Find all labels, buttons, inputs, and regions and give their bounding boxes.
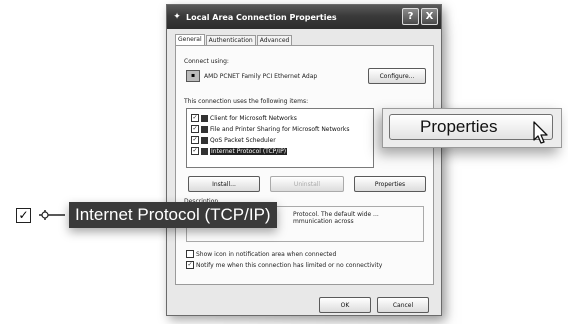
client-icon <box>201 114 208 122</box>
zoomed-item-row[interactable]: ✓ Internet Protocol (TCP/IP) <box>16 202 277 228</box>
notify-checkbox[interactable]: ✓ <box>186 261 194 269</box>
properties-dialog: ✦ Local Area Connection Properties ? X G… <box>166 4 442 316</box>
title-bar[interactable]: ✦ Local Area Connection Properties ? X <box>167 5 441 29</box>
connect-using-label: Connect using: <box>184 58 229 65</box>
close-button[interactable]: X <box>421 8 438 25</box>
ok-button[interactable]: OK <box>319 297 371 313</box>
scheduler-icon <box>201 136 208 144</box>
zoomed-item-label: Internet Protocol (TCP/IP) <box>69 202 277 228</box>
properties-button[interactable]: Properties <box>354 176 426 192</box>
item-checkbox[interactable]: ✓ <box>191 147 199 155</box>
dialog-title: Local Area Connection Properties <box>186 12 337 22</box>
network-protocol-icon <box>39 210 65 220</box>
service-icon <box>201 125 208 133</box>
network-adapter-icon: ▪ <box>186 70 200 82</box>
item-label: Internet Protocol (TCP/IP) <box>210 147 288 155</box>
network-connection-icon: ✦ <box>173 12 181 22</box>
tab-general[interactable]: General <box>175 34 205 45</box>
item-label: Client for Microsoft Networks <box>210 114 297 122</box>
help-icon: ? <box>407 11 414 22</box>
adapter-row: ▪ AMD PCNET Family PCI Ethernet Adap <box>186 70 317 82</box>
list-item[interactable]: ✓ QoS Packet Scheduler <box>191 136 276 144</box>
tab-advanced[interactable]: Advanced <box>256 35 293 45</box>
notify-option[interactable]: ✓ Notify me when this connection has lim… <box>186 261 382 269</box>
list-item-selected[interactable]: ✓ Internet Protocol (TCP/IP) <box>191 147 288 155</box>
show-icon-option[interactable]: Show icon in notification area when conn… <box>186 250 336 258</box>
list-item[interactable]: ✓ File and Printer Sharing for Microsoft… <box>191 125 350 133</box>
item-label: QoS Packet Scheduler <box>210 136 276 144</box>
properties-callout: Properties <box>382 108 562 148</box>
adapter-name: AMD PCNET Family PCI Ethernet Adap <box>204 72 318 80</box>
list-item[interactable]: ✓ Client for Microsoft Networks <box>191 114 297 122</box>
uninstall-button[interactable]: Uninstall <box>270 176 344 192</box>
properties-zoom-label: Properties <box>420 117 498 136</box>
install-button[interactable]: Install... <box>188 176 260 192</box>
items-label: This connection uses the following items… <box>184 98 309 105</box>
general-panel: Connect using: ▪ AMD PCNET Family PCI Et… <box>175 45 434 285</box>
show-icon-label: Show icon in notification area when conn… <box>196 250 337 258</box>
notify-label: Notify me when this connection has limit… <box>196 261 383 269</box>
cancel-button[interactable]: Cancel <box>377 297 429 313</box>
tab-authentication[interactable]: Authentication <box>205 35 256 45</box>
description-text: Protocol. The default wide ... mmunicati… <box>293 211 379 225</box>
mouse-pointer-icon <box>533 121 548 144</box>
item-checkbox[interactable]: ✓ <box>191 125 199 133</box>
components-list[interactable]: ✓ Client for Microsoft Networks ✓ File a… <box>186 108 374 168</box>
zoomed-item-checkbox[interactable]: ✓ <box>16 207 31 223</box>
item-checkbox[interactable]: ✓ <box>191 136 199 144</box>
item-checkbox[interactable]: ✓ <box>191 114 199 122</box>
configure-button[interactable]: Configure... <box>368 68 426 84</box>
protocol-icon <box>201 147 208 155</box>
properties-button-zoomed[interactable]: Properties <box>389 114 553 140</box>
close-icon: X <box>425 11 434 22</box>
show-icon-checkbox[interactable] <box>186 250 194 258</box>
tab-strip: General Authentication Advanced <box>175 34 293 45</box>
help-button[interactable]: ? <box>402 8 419 25</box>
item-label: File and Printer Sharing for Microsoft N… <box>210 125 350 133</box>
